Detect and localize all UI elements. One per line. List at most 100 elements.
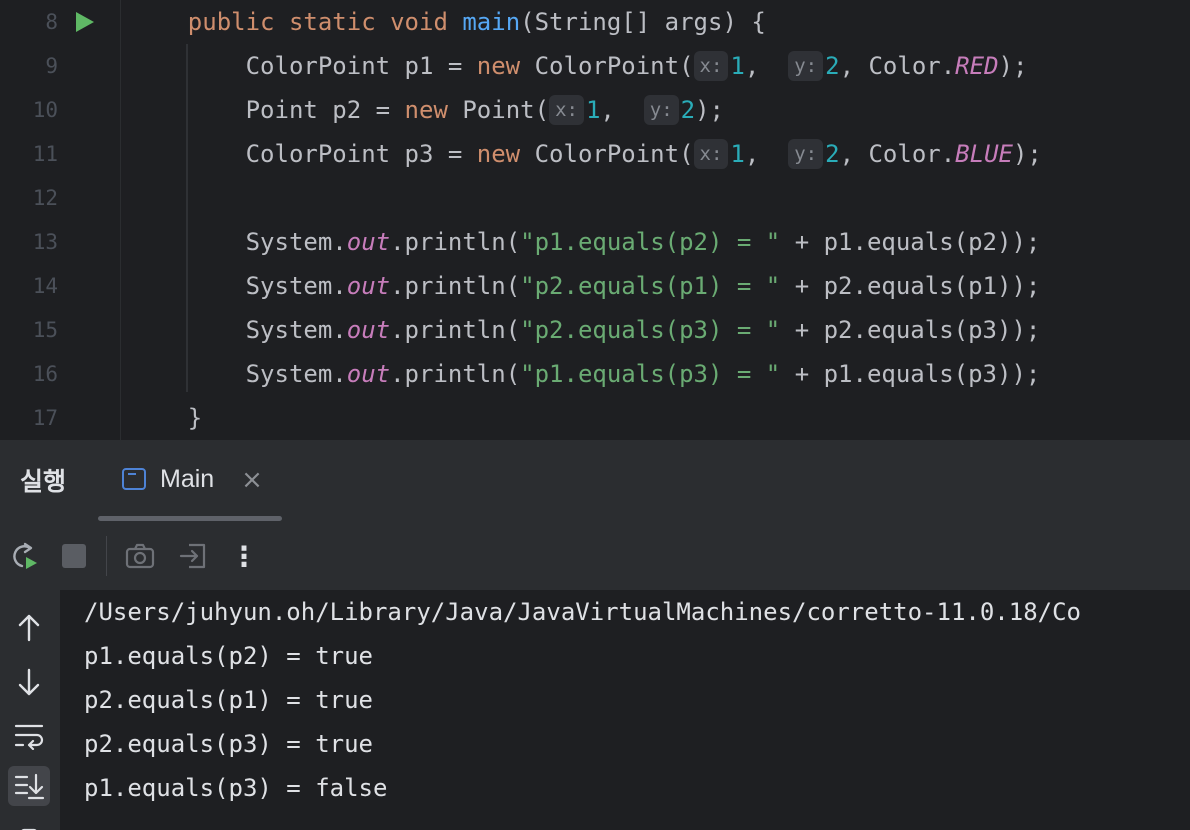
- console-line: p2.equals(p3) = true: [84, 730, 373, 758]
- stop-button[interactable]: [58, 540, 90, 572]
- code-token: "p2.equals(p3) = ": [520, 316, 781, 344]
- code-token: ColorPoint(: [520, 140, 694, 168]
- close-icon[interactable]: ×: [240, 466, 264, 494]
- line-number[interactable]: 14: [0, 264, 58, 308]
- code-token: out: [346, 272, 391, 300]
- code-text: }: [130, 396, 202, 440]
- code-line[interactable]: 14 System.out.println("p2.equals(p1) = "…: [0, 264, 1190, 308]
- line-number[interactable]: 12: [0, 176, 58, 220]
- code-token: new: [404, 96, 448, 124]
- line-number[interactable]: 15: [0, 308, 58, 352]
- arrow-up-icon: [18, 614, 40, 642]
- code-token: + p1.equals(p2));: [780, 228, 1041, 256]
- tab-main[interactable]: Main ×: [98, 440, 282, 522]
- ide-window: 8 public static void main(String[] args)…: [0, 0, 1190, 830]
- toolbar-separator: [106, 536, 107, 576]
- code-token: .println(: [390, 316, 521, 344]
- parameter-hint: y:: [643, 95, 679, 125]
- scroll-up-button[interactable]: [8, 608, 50, 648]
- code-line[interactable]: 17 }: [0, 396, 1190, 440]
- code-line[interactable]: 13 System.out.println("p1.equals(p2) = "…: [0, 220, 1190, 264]
- code-token: main: [462, 8, 521, 36]
- parameter-hint: x:: [693, 51, 729, 81]
- code-token: + p2.equals(p1));: [780, 272, 1041, 300]
- soft-wrap-icon: [14, 724, 44, 750]
- exit-icon: [179, 543, 206, 569]
- scroll-to-end-button[interactable]: [8, 766, 50, 806]
- line-number[interactable]: 13: [0, 220, 58, 264]
- code-line[interactable]: 10 Point p2 = new Point(x: 1, y: 2);: [0, 88, 1190, 132]
- line-number[interactable]: 17: [0, 396, 58, 440]
- code-text: System.out.println("p2.equals(p3) = " + …: [130, 308, 1041, 352]
- camera-icon: [125, 543, 155, 569]
- line-number[interactable]: 16: [0, 352, 58, 396]
- code-text: Point p2 = new Point(x: 1, y: 2);: [130, 88, 724, 132]
- line-number[interactable]: 10: [0, 88, 58, 132]
- tab-active-indicator: [98, 516, 282, 521]
- code-token: "p1.equals(p2) = ": [520, 228, 781, 256]
- code-token: .println(: [390, 360, 521, 388]
- code-token: ColorPoint p3 =: [130, 140, 477, 168]
- code-token: ,: [744, 52, 789, 80]
- stop-icon: [62, 544, 86, 568]
- code-token: System.: [130, 316, 347, 344]
- code-text: System.out.println("p1.equals(p3) = " + …: [130, 352, 1041, 396]
- console-line: p2.equals(p1) = true: [84, 686, 373, 714]
- code-token: System.: [130, 272, 347, 300]
- code-text: ColorPoint p3 = new ColorPoint(x: 1, y: 2,…: [130, 132, 1042, 176]
- code-token: .println(: [390, 228, 521, 256]
- run-panel-title: 실행: [20, 467, 67, 496]
- code-token: 1: [730, 52, 745, 80]
- tab-label: Main: [160, 465, 215, 493]
- code-token: RED: [955, 52, 999, 80]
- run-panel-header: 실행 Main ×: [0, 440, 1190, 523]
- parameter-hint: x:: [549, 95, 584, 125]
- rerun-button[interactable]: [8, 540, 40, 572]
- code-line[interactable]: 12: [0, 176, 1190, 220]
- console-side-toolbar: [0, 590, 60, 830]
- print-button[interactable]: [8, 816, 50, 830]
- exit-button[interactable]: [177, 540, 209, 572]
- code-token: Point(: [447, 96, 550, 124]
- code-token: new: [476, 52, 521, 80]
- printer-icon: [21, 828, 37, 830]
- code-text: System.out.println("p1.equals(p2) = " + …: [130, 220, 1041, 264]
- code-token: 2: [825, 52, 840, 80]
- code-line[interactable]: 15 System.out.println("p2.equals(p3) = "…: [0, 308, 1190, 352]
- scroll-down-button[interactable]: [8, 662, 50, 702]
- parameter-hint: y:: [788, 51, 824, 81]
- more-options-button[interactable]: ⋮: [228, 540, 260, 573]
- code-line[interactable]: 8 public static void main(String[] args)…: [0, 0, 1190, 44]
- code-token: + p2.equals(p3));: [780, 316, 1041, 344]
- code-line[interactable]: 11 ColorPoint p3 = new ColorPoint(x: 1, y…: [0, 132, 1190, 176]
- code-token: static: [288, 8, 376, 36]
- code-line[interactable]: 9 ColorPoint p1 = new ColorPoint(x: 1, y:…: [0, 44, 1190, 88]
- dump-threads-button[interactable]: [124, 540, 156, 572]
- line-number[interactable]: 8: [0, 0, 58, 44]
- line-number[interactable]: 11: [0, 132, 58, 176]
- code-token: (String[] args) {: [520, 8, 766, 36]
- code-text: public static void main(String[] args) {: [130, 0, 766, 44]
- line-number[interactable]: 9: [0, 44, 58, 88]
- code-token: Point p2 =: [130, 96, 405, 124]
- rerun-icon: [13, 542, 37, 569]
- run-gutter-icon[interactable]: [72, 10, 96, 34]
- code-line[interactable]: 16 System.out.println("p1.equals(p3) = "…: [0, 352, 1190, 396]
- code-token: , Color.: [839, 140, 956, 168]
- code-text: System.out.println("p2.equals(p1) = " + …: [130, 264, 1041, 308]
- soft-wrap-button[interactable]: [8, 716, 50, 756]
- code-token: ,: [744, 140, 789, 168]
- code-token: 1: [730, 140, 745, 168]
- code-token: , Color.: [839, 52, 956, 80]
- parameter-hint: x:: [693, 139, 729, 169]
- code-editor[interactable]: 8 public static void main(String[] args)…: [0, 0, 1190, 440]
- code-token: "p2.equals(p1) = ": [520, 272, 781, 300]
- code-token: BLUE: [955, 140, 1013, 168]
- console-output[interactable]: /Users/juhyun.oh/Library/Java/JavaVirtua…: [60, 590, 1190, 830]
- code-token: System.: [130, 360, 347, 388]
- code-token: 2: [680, 96, 696, 124]
- scroll-to-end-icon: [14, 773, 45, 800]
